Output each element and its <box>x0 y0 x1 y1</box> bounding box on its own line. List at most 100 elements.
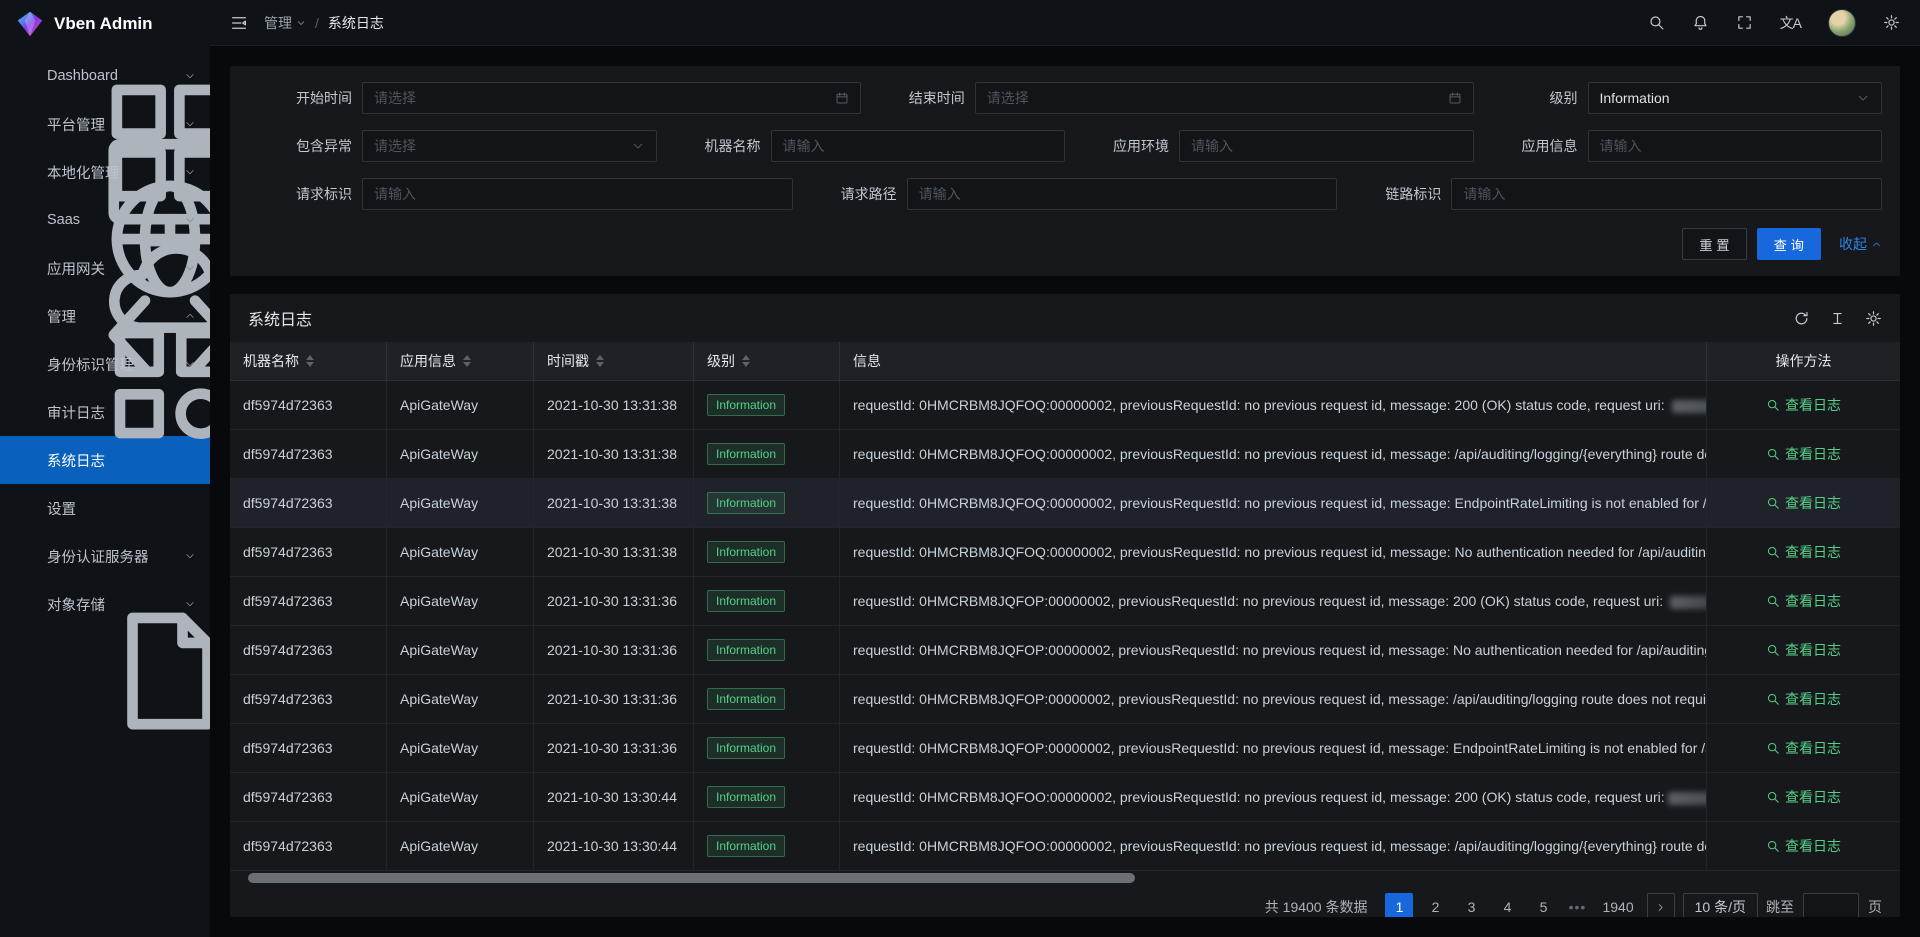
column-settings-icon[interactable] <box>1865 310 1882 327</box>
app-info-control <box>1588 130 1883 162</box>
sidebar-item-settings[interactable]: 设置 <box>0 484 210 532</box>
chevron-down-icon <box>184 262 196 274</box>
view-log-button[interactable]: 查看日志 <box>1766 444 1841 464</box>
cell-machine: df5974d72363 <box>230 822 387 871</box>
sidebar-item-label: 对象存储 <box>47 594 184 615</box>
search-icon[interactable] <box>1648 14 1665 31</box>
level-select-value: Information <box>1600 90 1849 106</box>
cell-action: 查看日志 <box>1707 528 1900 577</box>
column-header-timestamp[interactable]: 时间戳 <box>534 342 694 381</box>
view-log-button[interactable]: 查看日志 <box>1766 689 1841 709</box>
fullscreen-icon[interactable] <box>1736 14 1753 31</box>
menu-fold-icon[interactable] <box>230 14 248 32</box>
cell-message: requestId: 0HMCRBM8JQFOQ:00000002, previ… <box>840 381 1707 430</box>
view-log-label: 查看日志 <box>1785 493 1841 513</box>
cell-level: Information <box>694 430 840 479</box>
request-id-input[interactable] <box>374 186 781 202</box>
jump-input[interactable] <box>1803 893 1859 917</box>
cell-action: 查看日志 <box>1707 773 1900 822</box>
view-log-button[interactable]: 查看日志 <box>1766 591 1841 611</box>
breadcrumb-parent[interactable]: 管理 <box>264 13 306 33</box>
column-header-actions: 操作方法 <box>1707 342 1900 381</box>
pagination-ellipsis[interactable]: ••• <box>1565 899 1589 915</box>
view-log-button[interactable]: 查看日志 <box>1766 493 1841 513</box>
view-log-label: 查看日志 <box>1785 689 1841 709</box>
message-text: requestId: 0HMCRBM8JQFOP:00000002, previ… <box>853 691 1707 707</box>
refresh-icon[interactable] <box>1793 310 1810 327</box>
trace-id-input[interactable] <box>1463 186 1870 202</box>
table-header-row: 机器名称 应用信息 时间戳 级别 信息 操作方法 <box>230 342 1900 381</box>
message-text: requestId: 0HMCRBM8JQFOQ:00000002, previ… <box>853 544 1707 560</box>
has-exception-select[interactable]: 请选择 <box>362 130 657 162</box>
page-button-last[interactable]: 1940 <box>1597 893 1638 917</box>
cell-message: requestId: 0HMCRBM8JQFOQ:00000002, previ… <box>840 430 1707 479</box>
chevron-down-icon <box>184 214 196 226</box>
table-row: df5974d72363 ApiGateWay 2021-10-30 13:30… <box>230 822 1900 871</box>
sort-icon[interactable] <box>463 355 471 367</box>
translate-icon[interactable]: 文A <box>1780 13 1801 33</box>
cell-timestamp: 2021-10-30 13:30:44 <box>534 773 694 822</box>
machine-name-control <box>771 130 1066 162</box>
sort-icon[interactable] <box>306 355 314 367</box>
cell-message: requestId: 0HMCRBM8JQFOO:00000002, previ… <box>840 773 1707 822</box>
request-path-control <box>907 178 1338 210</box>
cell-level: Information <box>694 724 840 773</box>
sidebar-item-dashboard[interactable]: Dashboard <box>0 52 210 100</box>
scrollbar-thumb[interactable] <box>248 873 1135 883</box>
bell-icon[interactable] <box>1692 14 1709 31</box>
end-time-label: 结束时间 <box>861 88 975 108</box>
sort-icon[interactable] <box>742 355 750 367</box>
machine-name-input[interactable] <box>783 138 1054 154</box>
page-button-5[interactable]: 5 <box>1529 893 1557 917</box>
level-select[interactable]: Information <box>1588 82 1883 114</box>
page-button-3[interactable]: 3 <box>1457 893 1485 917</box>
app-logo[interactable]: Vben Admin <box>0 0 210 48</box>
search-icon <box>1766 692 1780 706</box>
query-button[interactable]: 查 询 <box>1757 228 1821 260</box>
sort-icon[interactable] <box>596 355 604 367</box>
view-log-button[interactable]: 查看日志 <box>1766 836 1841 856</box>
start-time-input[interactable] <box>374 90 827 106</box>
jump-unit: 页 <box>1868 897 1882 917</box>
page-button-4[interactable]: 4 <box>1493 893 1521 917</box>
table-row: df5974d72363 ApiGateWay 2021-10-30 13:31… <box>230 381 1900 430</box>
app-info-input[interactable] <box>1600 138 1871 154</box>
end-time-picker[interactable] <box>975 82 1474 114</box>
chevron-down-icon <box>1856 91 1870 105</box>
column-header-app[interactable]: 应用信息 <box>387 342 534 381</box>
collapse-link[interactable]: 收起 <box>1839 234 1882 254</box>
app-env-input[interactable] <box>1191 138 1462 154</box>
table-row: df5974d72363 ApiGateWay 2021-10-30 13:31… <box>230 528 1900 577</box>
page-button-2[interactable]: 2 <box>1421 893 1449 917</box>
reset-button[interactable]: 重 置 <box>1682 228 1746 260</box>
sidebar-item-object-storage[interactable]: 对象存储 <box>0 580 210 628</box>
cell-timestamp: 2021-10-30 13:31:36 <box>534 724 694 773</box>
view-log-button[interactable]: 查看日志 <box>1766 395 1841 415</box>
request-path-label: 请求路径 <box>793 184 907 204</box>
next-page-button[interactable] <box>1647 893 1675 917</box>
column-label: 级别 <box>707 351 735 371</box>
page-button-1[interactable]: 1 <box>1385 893 1413 917</box>
redacted-blur <box>1668 792 1707 805</box>
cell-timestamp: 2021-10-30 13:31:38 <box>534 430 694 479</box>
column-header-level[interactable]: 级别 <box>694 342 840 381</box>
view-log-button[interactable]: 查看日志 <box>1766 542 1841 562</box>
column-header-machine[interactable]: 机器名称 <box>230 342 387 381</box>
end-time-input[interactable] <box>987 90 1440 106</box>
view-log-button[interactable]: 查看日志 <box>1766 640 1841 660</box>
form-field-has-exception: 包含异常 请选择 <box>248 130 657 162</box>
sidebar-item-label: 平台管理 <box>47 114 184 135</box>
row-height-icon[interactable] <box>1829 310 1846 327</box>
view-log-button[interactable]: 查看日志 <box>1766 738 1841 758</box>
sidebar-item-auth-server[interactable]: 身份认证服务器 <box>0 532 210 580</box>
avatar[interactable] <box>1828 9 1856 37</box>
start-time-picker[interactable] <box>362 82 861 114</box>
cell-machine: df5974d72363 <box>230 626 387 675</box>
view-log-button[interactable]: 查看日志 <box>1766 787 1841 807</box>
sidebar-item-label: Saas <box>47 212 184 228</box>
page-size-select[interactable]: 10 条/页 <box>1683 893 1758 917</box>
pagination: 共 19400 条数据 1 2 3 4 5 ••• 1940 10 条/页 跳至… <box>230 883 1900 917</box>
request-path-input[interactable] <box>919 186 1326 202</box>
gear-icon[interactable] <box>1883 14 1900 31</box>
table-row: df5974d72363 ApiGateWay 2021-10-30 13:31… <box>230 479 1900 528</box>
